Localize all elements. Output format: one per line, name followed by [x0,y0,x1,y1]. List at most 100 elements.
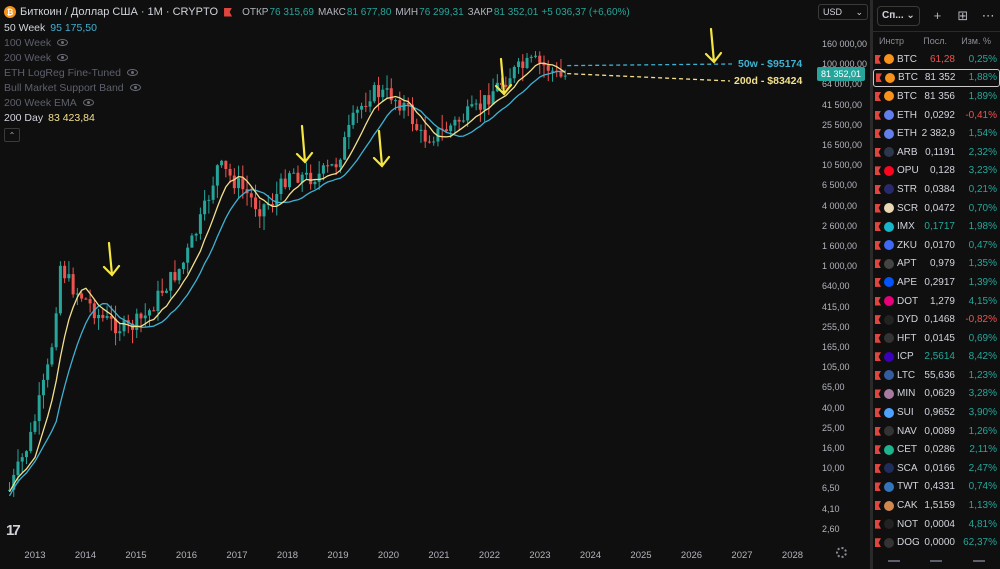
tradingview-logo-icon[interactable]: 17 [6,522,21,539]
eye-icon[interactable] [57,39,69,46]
flag-icon[interactable] [875,501,881,511]
indicator-row[interactable]: 100 Week [4,35,630,50]
candle-body [143,315,147,319]
handle-icon[interactable] [888,560,901,566]
indicator-row[interactable]: 200 Week [4,50,630,65]
candle-body [139,313,143,319]
symbol-name: BTC [897,53,917,65]
flag-icon[interactable] [875,54,881,64]
candle-body [262,204,266,217]
flag-icon[interactable] [875,445,881,455]
watchlist-row[interactable]: CAK 1,5159 1,13% [873,496,1000,515]
flag-icon[interactable] [875,129,881,139]
chart-area[interactable]: ₿ Биткоин / Доллар США · 1M · CRYPTO ОТК… [0,0,815,543]
price-tick-label: 640,00 [822,281,850,292]
watchlist-row[interactable]: SCA 0,0166 2,47% [873,459,1000,478]
flag-icon[interactable] [875,519,881,529]
add-icon[interactable]: + [930,8,945,23]
candle-body [177,269,181,281]
flag-icon[interactable] [876,73,882,83]
flag-icon[interactable] [875,463,881,473]
watchlist-row[interactable]: ETH 0,0292 -0,41% [873,106,1000,125]
collapse-legend-button[interactable]: ⌃ [4,128,20,142]
flag-icon[interactable] [875,147,881,157]
watchlist-row[interactable]: APT 0,979 1,35% [873,255,1000,274]
watchlist-row[interactable]: LTC 55,636 1,23% [873,366,1000,385]
indicator-row[interactable]: 200 Day 83 423,84 [4,110,630,125]
flag-icon[interactable] [875,166,881,176]
watchlist-row[interactable]: DOG 0,0000 62,37% [873,533,1000,552]
eye-icon[interactable] [82,99,94,106]
watchlist-row[interactable]: STR 0,0384 0,21% [873,180,1000,199]
currency-selector[interactable]: USD ⌄ [818,4,868,20]
last-price: 1,279 [929,295,955,307]
indicator-name: 100 Week [4,36,52,49]
change-percent: 3,90% [968,407,997,419]
watchlist-row[interactable]: BTC 61,28 0,25% [873,50,1000,69]
time-axis[interactable]: 2013 2014 2015 2016 2017 2018 2019 2020 2021 2022… [0,543,870,569]
price-tick-label: 1 600,00 [822,241,858,251]
chart-legend: ₿ Биткоин / Доллар США · 1M · CRYPTO ОТК… [4,4,630,142]
watchlist-row[interactable]: NAV 0,0089 1,26% [873,422,1000,441]
watchlist-row[interactable]: ARB 0,1191 2,32% [873,143,1000,162]
more-icon[interactable]: ⋯ [981,8,996,24]
flag-icon[interactable] [875,296,881,306]
flag-icon[interactable] [875,408,881,418]
watchlist-row[interactable]: MIN 0,0629 3,28% [873,385,1000,404]
flag-icon[interactable] [875,110,881,120]
immutable-icon [884,221,894,232]
flag-icon[interactable] [875,277,881,287]
watchlist-row[interactable]: BTC 81 352 1,88% [873,68,1000,88]
gear-icon[interactable] [836,547,847,558]
indicator-row[interactable]: 50 Week 95 175,50 [4,20,630,35]
watchlist-row[interactable]: APE 0,2917 1,39% [873,273,1000,292]
eye-icon[interactable] [126,69,138,76]
flag-icon[interactable] [875,482,881,492]
flag-icon[interactable] [875,259,881,269]
column-symbol[interactable]: Инстр [873,36,913,46]
flag-icon[interactable] [875,389,881,399]
flag-icon[interactable] [875,315,881,325]
eye-icon[interactable] [57,54,69,61]
watchlist-row[interactable]: HFT 0,0145 0,69% [873,329,1000,348]
flag-icon[interactable] [875,426,881,436]
change-percent: 1,54% [968,128,997,140]
column-change[interactable]: Изм. % [947,36,993,46]
grid-icon[interactable]: ⊞ [955,8,970,24]
watchlist-row[interactable]: IMX 0,1717 1,98% [873,217,1000,236]
sui-icon [884,407,894,418]
watchlist-row[interactable]: TWT 0,4331 0,74% [873,478,1000,497]
flag-icon[interactable] [875,538,881,548]
symbol-title[interactable]: Биткоин / Доллар США · 1M · CRYPTO [20,6,218,18]
handle-icon[interactable] [930,560,943,566]
indicator-row[interactable]: Bull Market Support Band [4,80,630,95]
watchlist-row[interactable]: DOT 1,279 4,15% [873,292,1000,311]
flag-icon[interactable] [875,184,881,194]
price-axis[interactable]: USD ⌄ 160 000,00 100 000,00 64 000,00 41 500… [815,0,870,543]
watchlist-row[interactable]: CET 0,0286 2,11% [873,440,1000,459]
handle-icon[interactable] [972,560,985,566]
flag-icon[interactable] [875,203,881,213]
watchlist-row[interactable]: BTC 81 356 1,89% [873,87,1000,106]
flag-icon[interactable] [875,91,881,101]
watchlist-row[interactable]: SCR 0,0472 0,70% [873,199,1000,218]
flag-icon[interactable] [875,333,881,343]
indicator-row[interactable]: ETH LogReg Fine-Tuned [4,65,630,80]
flag-icon[interactable] [875,222,881,232]
candle-body [224,160,228,169]
flag-icon[interactable] [224,7,233,17]
flag-icon[interactable] [875,352,881,362]
watchlist-row[interactable]: ZKU 0,0170 0,47% [873,236,1000,255]
watchlist-row[interactable]: SUI 0,9652 3,90% [873,403,1000,422]
watchlist-row[interactable]: DYD 0,1468 -0,82% [873,310,1000,329]
watchlist-row[interactable]: ETH 2 382,9 1,54% [873,124,1000,143]
flag-icon[interactable] [875,240,881,250]
column-last[interactable]: Посл. [913,36,947,46]
watchlist-selector[interactable]: Сп... ⌄ [877,5,920,26]
watchlist-row[interactable]: OPU 0,128 3,23% [873,162,1000,181]
indicator-row[interactable]: 200 Week EMA [4,95,630,110]
watchlist-row[interactable]: NOT 0,0004 4,81% [873,515,1000,534]
watchlist-row[interactable]: ICP 2,5614 8,42% [873,348,1000,367]
eye-icon[interactable] [129,84,141,91]
flag-icon[interactable] [875,370,881,380]
